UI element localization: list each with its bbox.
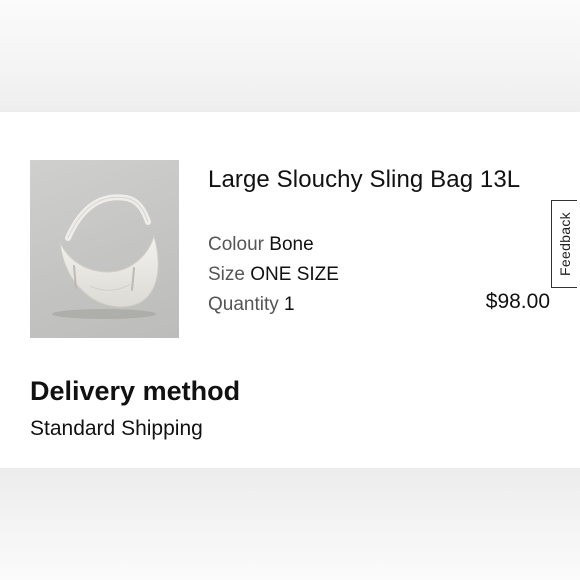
product-price: $98.00 (485, 290, 550, 313)
colour-label: Colour (208, 234, 264, 255)
product-name[interactable]: Large Slouchy Sling Bag 13L (208, 164, 528, 196)
order-summary-card: Large Slouchy Sling Bag 13L Colour Bone … (0, 112, 580, 468)
product-quantity: Quantity 1 (208, 293, 295, 317)
top-backdrop (0, 0, 580, 112)
delivery-method-value: Standard Shipping (30, 417, 203, 440)
bottom-backdrop (0, 468, 580, 580)
delivery-method-heading: Delivery method (30, 376, 241, 406)
size-value: ONE SIZE (250, 264, 339, 285)
bag-image-icon (52, 194, 159, 319)
quantity-value: 1 (284, 294, 295, 315)
feedback-label: Feedback (556, 212, 573, 276)
product-size: Size ONE SIZE (208, 263, 339, 287)
product-colour: Colour Bone (208, 233, 314, 257)
size-label: Size (208, 264, 245, 285)
colour-value: Bone (269, 234, 314, 255)
quantity-label: Quantity (208, 294, 279, 315)
product-image[interactable] (30, 160, 179, 338)
feedback-button[interactable]: Feedback (551, 200, 577, 288)
